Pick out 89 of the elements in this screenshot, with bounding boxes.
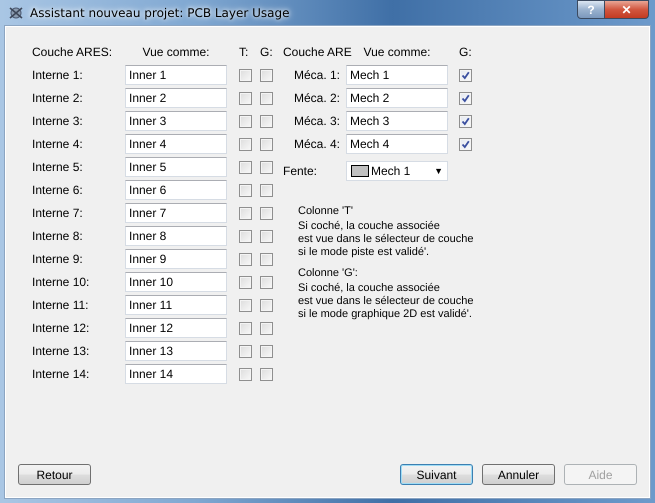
dialog-button: Aide [564,464,637,485]
checkbox[interactable] [260,160,273,174]
column-header: G: [260,45,273,59]
help-text: Si coché, la couche associée est vue dans le sélecteur de couche si le mode graphique 2D est validé'. [298,282,474,321]
checkbox[interactable] [260,68,273,82]
checkbox[interactable] [239,322,252,334]
name-field[interactable]: Inner 9 [125,249,227,269]
column-header: Couche ARES: [32,45,114,59]
checkbox[interactable] [260,276,273,288]
checkbox[interactable] [459,92,472,104]
layer-label: Interne 8: [32,229,84,243]
name-field[interactable]: Inner 7 [125,203,227,223]
layer-label: Interne 9: [32,252,84,266]
name-field[interactable]: Mech 3 [346,111,448,131]
checkbox[interactable] [260,92,273,104]
layer-label: Interne 6: [32,183,84,197]
layer-label: Interne 12: [32,321,90,335]
layer-label: Méca. 2: [293,91,342,105]
column-header: T: [239,45,250,59]
checkbox[interactable] [239,230,252,242]
slot-label: Fente: [283,164,318,178]
layer-label: Interne 1: [32,68,84,82]
checkbox[interactable] [260,322,273,334]
checkbox[interactable] [260,184,273,196]
name-field[interactable]: Inner 11 [125,295,227,315]
dropdown-arrow[interactable]: ▼ [434,166,443,176]
checkbox[interactable] [260,206,273,220]
name-field[interactable]: Inner 13 [125,341,227,361]
checkbox[interactable] [239,276,252,288]
checkbox[interactable] [260,114,273,128]
checkbox[interactable] [239,114,252,128]
layer-label: Interne 2: [32,91,84,105]
dialog-button[interactable]: Suivant [400,464,473,485]
name-field[interactable]: Mech 2 [346,88,448,108]
layer-label: Interne 5: [32,160,84,174]
checkbox[interactable] [239,252,252,266]
layer-label: Méca. 1: [293,68,342,82]
column-header: Vue comme: [142,45,210,59]
layer-label: Interne 7: [32,206,84,220]
close-button[interactable]: ✕ [605,0,649,19]
name-field[interactable]: Inner 5 [125,157,227,177]
name-field[interactable]: Inner 4 [125,134,227,154]
name-field[interactable]: Inner 1 [125,65,227,85]
dropdown-value: Mech 1 [371,164,412,178]
layer-label: Interne 4: [32,137,84,151]
layer-label: Interne 14: [32,367,90,381]
help-text: Si coché, la couche associée est vue dans le sélecteur de couche si le mode piste est validé'. [298,220,474,259]
checkbox[interactable] [239,298,252,312]
help-heading: Colonne 'G': [298,267,359,279]
checkbox[interactable] [239,184,252,196]
layer-label: Interne 11: [32,298,90,312]
name-field[interactable]: Inner 14 [125,364,227,384]
checkbox[interactable] [239,206,252,220]
checkbox[interactable] [260,252,273,266]
window-title: Assistant nouveau projet: PCB Layer Usage [30,6,290,20]
name-field[interactable]: Inner 2 [125,88,227,108]
column-header: G: [459,45,472,59]
checkbox[interactable] [260,138,273,150]
layer-label: Interne 3: [32,114,84,128]
name-field[interactable]: Inner 8 [125,226,227,246]
checkbox[interactable] [260,230,273,242]
checkbox[interactable] [239,368,252,380]
checkbox[interactable] [239,92,252,104]
column-header: Couche ARE [283,45,352,59]
layer-label: Interne 10: [32,275,90,289]
name-field[interactable]: Mech 4 [346,134,448,154]
layer-label: Méca. 4: [293,137,342,151]
app-icon [8,5,24,21]
name-field[interactable]: Inner 10 [125,272,227,292]
checkbox[interactable] [239,68,252,82]
checkbox[interactable] [239,160,252,174]
name-field[interactable]: Mech 1 [346,65,448,85]
checkbox[interactable] [260,344,273,358]
checkbox[interactable] [260,298,273,312]
checkbox[interactable] [239,138,252,150]
checkbox[interactable] [459,114,472,128]
dialog-button[interactable]: Retour [18,464,91,485]
checkbox[interactable] [260,368,273,380]
layer-dropdown[interactable]: Mech 1 ▼ [346,161,448,181]
help-heading: Colonne 'T' [298,205,354,217]
name-field[interactable]: Inner 6 [125,180,227,200]
layer-label: Interne 13: [32,344,90,358]
layer-label: Méca. 3: [293,114,342,128]
checkbox[interactable] [239,344,252,358]
name-field[interactable]: Inner 12 [125,318,227,338]
name-field[interactable]: Inner 3 [125,111,227,131]
dialog-button[interactable]: Annuler [482,464,555,485]
checkbox[interactable] [459,138,472,150]
checkbox[interactable] [459,68,472,82]
